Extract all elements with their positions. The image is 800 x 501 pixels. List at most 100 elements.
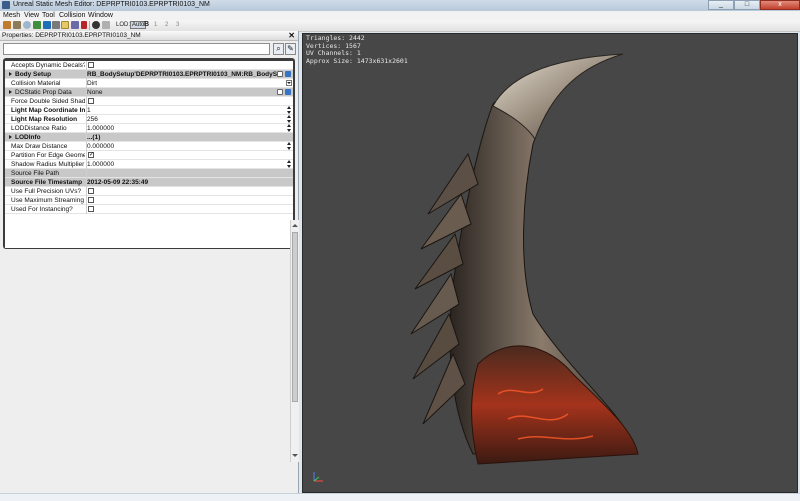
prop-row-body-setup[interactable]: Body Setup RB_BodySetup'DEPRPTRI0103.EPR… — [5, 70, 293, 79]
shadow-radius-multiplier-field[interactable]: 1.000000 — [87, 161, 283, 168]
prop-label: Light Map Resolution — [11, 116, 78, 123]
lod-label: LOD: — [116, 22, 131, 28]
search-icon[interactable]: ⌕ — [273, 43, 284, 55]
mesh-preview — [410, 53, 639, 465]
menu-collision[interactable]: Collision — [59, 12, 85, 19]
properties-title: Properties: DEPRPTRI0103.EPRPTRI0103_NM — [2, 32, 141, 39]
prop-row-source-file-path: Source File Path — [5, 169, 293, 178]
app-icon — [2, 1, 10, 9]
menu-tool[interactable]: Tool — [42, 12, 55, 19]
prop-label: LODDistance Ratio — [11, 125, 67, 132]
maximize-button[interactable]: □ — [734, 0, 760, 10]
uv-icon[interactable] — [71, 21, 79, 29]
partition-edge-geometry-checkbox[interactable]: ✓ — [88, 152, 94, 158]
close-button[interactable]: x — [760, 0, 800, 10]
minimize-button[interactable]: _ — [708, 0, 734, 10]
prop-label: Use Full Precision UVs? — [11, 188, 82, 195]
spinner-icon[interactable] — [287, 160, 292, 169]
expand-arrow-icon[interactable] — [9, 135, 12, 139]
prop-label: Max Draw Distance — [11, 143, 68, 150]
prop-label: Source File Path — [11, 170, 60, 177]
prop-row-max-draw-distance: Max Draw Distance 0.000000 — [5, 142, 293, 151]
spinner-icon[interactable] — [287, 142, 292, 151]
scroll-up-icon[interactable] — [292, 222, 298, 230]
prop-row-force-double-sided-shadow: Force Double Sided Shadow Volu — [5, 97, 293, 106]
menu-mesh[interactable]: Mesh — [3, 12, 20, 19]
expand-arrow-icon[interactable] — [9, 90, 12, 94]
prop-row-lod-distance-ratio: LODDistance Ratio 1.000000 — [5, 124, 293, 133]
properties-scrollbar[interactable] — [290, 220, 299, 462]
menu-window[interactable]: Window — [88, 12, 113, 19]
prop-label: Accepts Dynamic Decals? — [11, 62, 85, 69]
prop-value: RB_BodySetup'DEPRPTRI0103.EPRPTRI0103_NM… — [87, 71, 283, 78]
properties-panel: Properties: DEPRPTRI0103.EPRPTRI0103_NM … — [0, 31, 299, 493]
dropdown-arrow-icon[interactable] — [286, 80, 292, 86]
prop-row-shadow-radius-multiplier: Shadow Radius Multiplier 1.000000 — [5, 160, 293, 169]
max-draw-distance-field[interactable]: 0.000000 — [87, 143, 283, 150]
properties-header: Properties: DEPRPTRI0103.EPRPTRI0103_NM … — [0, 31, 298, 41]
mesh-viewport[interactable]: Triangles: 2442 Vertices: 1567 UV Channe… — [302, 33, 798, 493]
browse-icon[interactable] — [285, 89, 291, 95]
camera-icon[interactable] — [92, 21, 100, 29]
prop-row-light-map-resolution: Light Map Resolution 256 — [5, 115, 293, 124]
prop-row-dcstatic-prop-data[interactable]: DCStatic Prop Data None — [5, 88, 293, 97]
spinner-icon[interactable] — [287, 124, 292, 133]
light-map-coordinate-index-field[interactable]: 1 — [87, 107, 283, 114]
socket-icon[interactable] — [81, 21, 87, 29]
prop-label: Use Maximum Streaming Texel R — [11, 197, 85, 204]
prop-label: DCStatic Prop Data — [15, 89, 72, 96]
prop-row-use-full-precision-uvs: Use Full Precision UVs? — [5, 187, 293, 196]
open-icon[interactable] — [3, 21, 11, 29]
prop-label: Shadow Radius Multiplier — [11, 161, 85, 168]
collision-icon[interactable] — [33, 21, 41, 29]
spinner-icon[interactable] — [287, 106, 292, 115]
prop-value: 2012-05-09 22:35:49 — [87, 179, 149, 186]
collision-material-select[interactable]: Dirt — [87, 80, 283, 87]
grid-icon[interactable] — [61, 21, 69, 29]
prop-row-source-file-timestamp: Source File Timestamp 2012-05-09 22:35:4… — [5, 178, 293, 187]
axis-gizmo-icon — [313, 472, 323, 482]
bounds-icon[interactable] — [43, 21, 51, 29]
use-full-precision-uvs-checkbox[interactable] — [88, 188, 94, 194]
prop-label: LODInfo — [15, 134, 41, 141]
lod-2-button[interactable]: 2 — [165, 22, 168, 28]
prop-row-lodinfo[interactable]: LODInfo ...(1) — [5, 133, 293, 142]
spinner-icon[interactable] — [287, 115, 292, 124]
prop-value: ...(1) — [87, 134, 101, 141]
clear-value-icon[interactable] — [277, 71, 283, 77]
lod-base-button[interactable]: B — [144, 21, 149, 28]
property-grid-frame: Accepts Dynamic Decals? Body Setup RB_Bo… — [3, 58, 295, 249]
prop-label: Light Map Coordinate Index — [11, 107, 85, 114]
used-for-instancing-checkbox[interactable] — [88, 206, 94, 212]
use-max-streaming-texel-checkbox[interactable] — [88, 197, 94, 203]
window-title: Unreal Static Mesh Editor: DEPRPTRI0103.… — [13, 1, 210, 8]
lod-1-button[interactable]: 1 — [154, 22, 157, 28]
clear-value-icon[interactable] — [277, 89, 283, 95]
clear-search-icon[interactable]: ✎ — [285, 43, 296, 55]
toolbar-separator — [89, 21, 90, 30]
properties-close-icon[interactable]: ✕ — [288, 31, 295, 40]
property-search-input[interactable] — [3, 43, 270, 55]
prop-label: Force Double Sided Shadow Volu — [11, 98, 85, 105]
scroll-down-icon[interactable] — [292, 452, 298, 460]
accepts-dynamic-decals-checkbox[interactable] — [88, 62, 94, 68]
screenshot-icon[interactable] — [102, 21, 110, 29]
prop-label: Used For Instancing? — [11, 206, 73, 213]
force-double-sided-checkbox[interactable] — [88, 98, 94, 104]
scroll-thumb[interactable] — [292, 232, 298, 402]
prop-value: None — [87, 89, 103, 96]
wireframe-icon[interactable] — [13, 21, 21, 29]
light-map-resolution-field[interactable]: 256 — [87, 116, 283, 123]
expand-arrow-icon[interactable] — [9, 72, 12, 76]
prop-row-partition-for-edge-geometry: Partition For Edge Geometry? ✓ — [5, 151, 293, 160]
prop-label: Body Setup — [15, 71, 52, 78]
menu-view[interactable]: View — [24, 12, 39, 19]
prop-row-accepts-dynamic-decals: Accepts Dynamic Decals? — [5, 61, 293, 70]
lod-distance-ratio-field[interactable]: 1.000000 — [87, 125, 283, 132]
lod-3-button[interactable]: 3 — [176, 22, 179, 28]
property-grid: Accepts Dynamic Decals? Body Setup RB_Bo… — [5, 61, 293, 248]
prop-row-use-maximum-streaming-texel: Use Maximum Streaming Texel R — [5, 196, 293, 205]
browse-icon[interactable] — [285, 71, 291, 77]
sphere-icon[interactable] — [23, 21, 31, 29]
normals-icon[interactable] — [52, 21, 60, 29]
